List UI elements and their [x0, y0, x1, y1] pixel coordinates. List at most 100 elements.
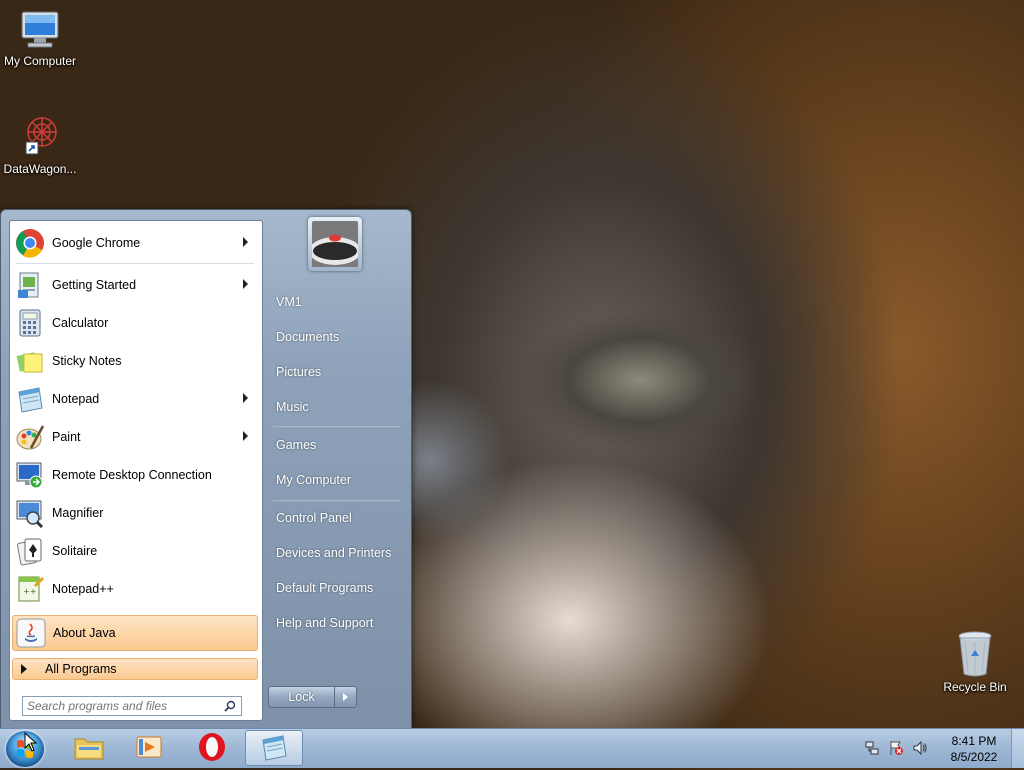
right-item-label: Music — [276, 400, 309, 414]
chrome-icon — [14, 227, 46, 259]
start-menu: Google Chrome Getting Started Calculator… — [0, 209, 412, 730]
right-item-user[interactable]: VM1 — [268, 287, 403, 317]
show-desktop-button[interactable] — [1011, 729, 1024, 768]
computer-icon — [18, 10, 62, 52]
user-name-label: VM1 — [276, 295, 302, 309]
right-item-documents[interactable]: Documents — [268, 322, 403, 352]
taskbar: 8:41 PM 8/5/2022 — [0, 728, 1024, 768]
explorer-icon — [73, 733, 105, 764]
program-label: Calculator — [52, 316, 109, 330]
user-picture[interactable] — [308, 217, 362, 271]
right-item-label: My Computer — [276, 473, 352, 487]
program-item-magnifier[interactable]: Magnifier — [12, 495, 258, 531]
submenu-arrow-icon[interactable] — [243, 237, 248, 247]
program-label: About Java — [53, 626, 116, 640]
play-arrow-icon — [21, 664, 27, 674]
submenu-arrow-icon[interactable] — [243, 431, 248, 441]
opera-icon — [197, 732, 227, 765]
notepad-icon — [259, 732, 289, 765]
right-item-label: Default Programs — [276, 581, 374, 595]
shutdown-options-button[interactable] — [335, 686, 357, 708]
program-label: Sticky Notes — [52, 354, 122, 368]
chevron-right-icon — [343, 693, 348, 701]
taskbar-explorer-button[interactable] — [60, 730, 118, 766]
desktop-icon-label: My Computer — [3, 54, 77, 68]
search-icon[interactable] — [224, 700, 236, 715]
remote-desktop-icon — [14, 459, 46, 491]
getting-started-icon — [14, 269, 46, 301]
right-item-default-programs[interactable]: Default Programs — [268, 573, 403, 603]
magnifier-icon — [14, 497, 46, 529]
taskbar-notepad-button[interactable] — [245, 730, 303, 766]
clock-date: 8/5/2022 — [950, 750, 998, 764]
all-programs-label: All Programs — [45, 662, 117, 676]
program-label: Magnifier — [52, 506, 104, 520]
program-label: Google Chrome — [52, 236, 141, 250]
right-item-music[interactable]: Music — [268, 392, 403, 422]
right-item-help-and-support[interactable]: Help and Support — [268, 608, 403, 638]
right-item-devices-and-printers[interactable]: Devices and Printers — [268, 538, 403, 568]
right-item-my-computer[interactable]: My Computer — [268, 465, 403, 495]
right-item-control-panel[interactable]: Control Panel — [268, 503, 403, 533]
program-item-remote-desktop-connection[interactable]: Remote Desktop Connection — [12, 457, 258, 493]
program-item-getting-started[interactable]: Getting Started — [12, 267, 258, 303]
program-label: Solitaire — [52, 544, 98, 558]
start-menu-programs-pane: Google Chrome Getting Started Calculator… — [9, 220, 263, 721]
all-programs-button[interactable]: All Programs — [12, 658, 258, 680]
system-tray — [864, 735, 928, 763]
desktop-icon-my-computer[interactable]: My Computer — [0, 10, 80, 68]
notepadplusplus-icon: ++ — [14, 573, 46, 605]
network-icon[interactable] — [864, 740, 880, 759]
right-item-label: Devices and Printers — [276, 546, 392, 560]
taskbar-opera-button[interactable] — [183, 730, 241, 766]
desktop-icon-label: Recycle Bin — [943, 680, 1007, 694]
program-item-notepad[interactable]: Notepad — [12, 381, 258, 417]
program-label: Getting Started — [52, 278, 137, 292]
program-label: Paint — [52, 430, 81, 444]
separator — [273, 426, 401, 428]
action-center-flag-icon[interactable] — [888, 740, 904, 759]
program-label: Notepad — [52, 392, 100, 406]
media-player-icon — [135, 733, 163, 764]
clock-time: 8:41 PM — [951, 734, 997, 748]
right-item-label: Documents — [276, 330, 340, 344]
sticky-notes-icon — [14, 345, 46, 377]
notepad-icon — [14, 383, 46, 415]
program-item-paint[interactable]: Paint — [12, 419, 258, 455]
desktop-icon-label: DataWagon... — [3, 162, 77, 176]
clock[interactable]: 8:41 PM 8/5/2022 — [940, 733, 1008, 765]
desktop-icon-recycle-bin[interactable]: Recycle Bin — [935, 630, 1015, 694]
program-item-calculator[interactable]: Calculator — [12, 305, 258, 341]
right-item-pictures[interactable]: Pictures — [268, 357, 403, 387]
program-item-notepadplusplus[interactable]: ++ Notepad++ — [12, 571, 258, 607]
recycle-bin-icon — [955, 630, 995, 678]
search-input[interactable] — [27, 698, 217, 714]
right-item-label: Games — [276, 438, 317, 452]
volume-icon[interactable] — [912, 740, 928, 759]
datawagon-icon — [18, 112, 62, 160]
paint-icon — [14, 421, 46, 453]
mouse-cursor-icon — [24, 731, 38, 755]
submenu-arrow-icon[interactable] — [243, 393, 248, 403]
program-item-sticky-notes[interactable]: Sticky Notes — [12, 343, 258, 379]
program-label: Remote Desktop Connection — [52, 468, 212, 482]
program-label: Notepad++ — [52, 582, 114, 596]
right-item-label: Help and Support — [276, 616, 374, 630]
java-icon — [15, 617, 47, 649]
solitaire-icon — [14, 535, 46, 567]
calculator-icon — [14, 307, 46, 339]
taskbar-media-player-button[interactable] — [120, 730, 178, 766]
user-avatar-image — [312, 221, 358, 267]
right-item-games[interactable]: Games — [268, 430, 403, 460]
search-box[interactable] — [22, 696, 242, 716]
program-item-about-java[interactable]: About Java — [12, 615, 258, 651]
submenu-arrow-icon[interactable] — [243, 279, 248, 289]
desktop-icon-datawagon[interactable]: DataWagon... — [0, 112, 80, 176]
lock-label: Lock — [288, 690, 315, 704]
separator — [16, 263, 254, 264]
program-item-solitaire[interactable]: Solitaire — [12, 533, 258, 569]
right-item-label: Pictures — [276, 365, 322, 379]
right-item-label: Control Panel — [276, 511, 352, 525]
lock-button[interactable]: Lock — [268, 686, 335, 708]
program-item-google-chrome[interactable]: Google Chrome — [12, 225, 258, 261]
